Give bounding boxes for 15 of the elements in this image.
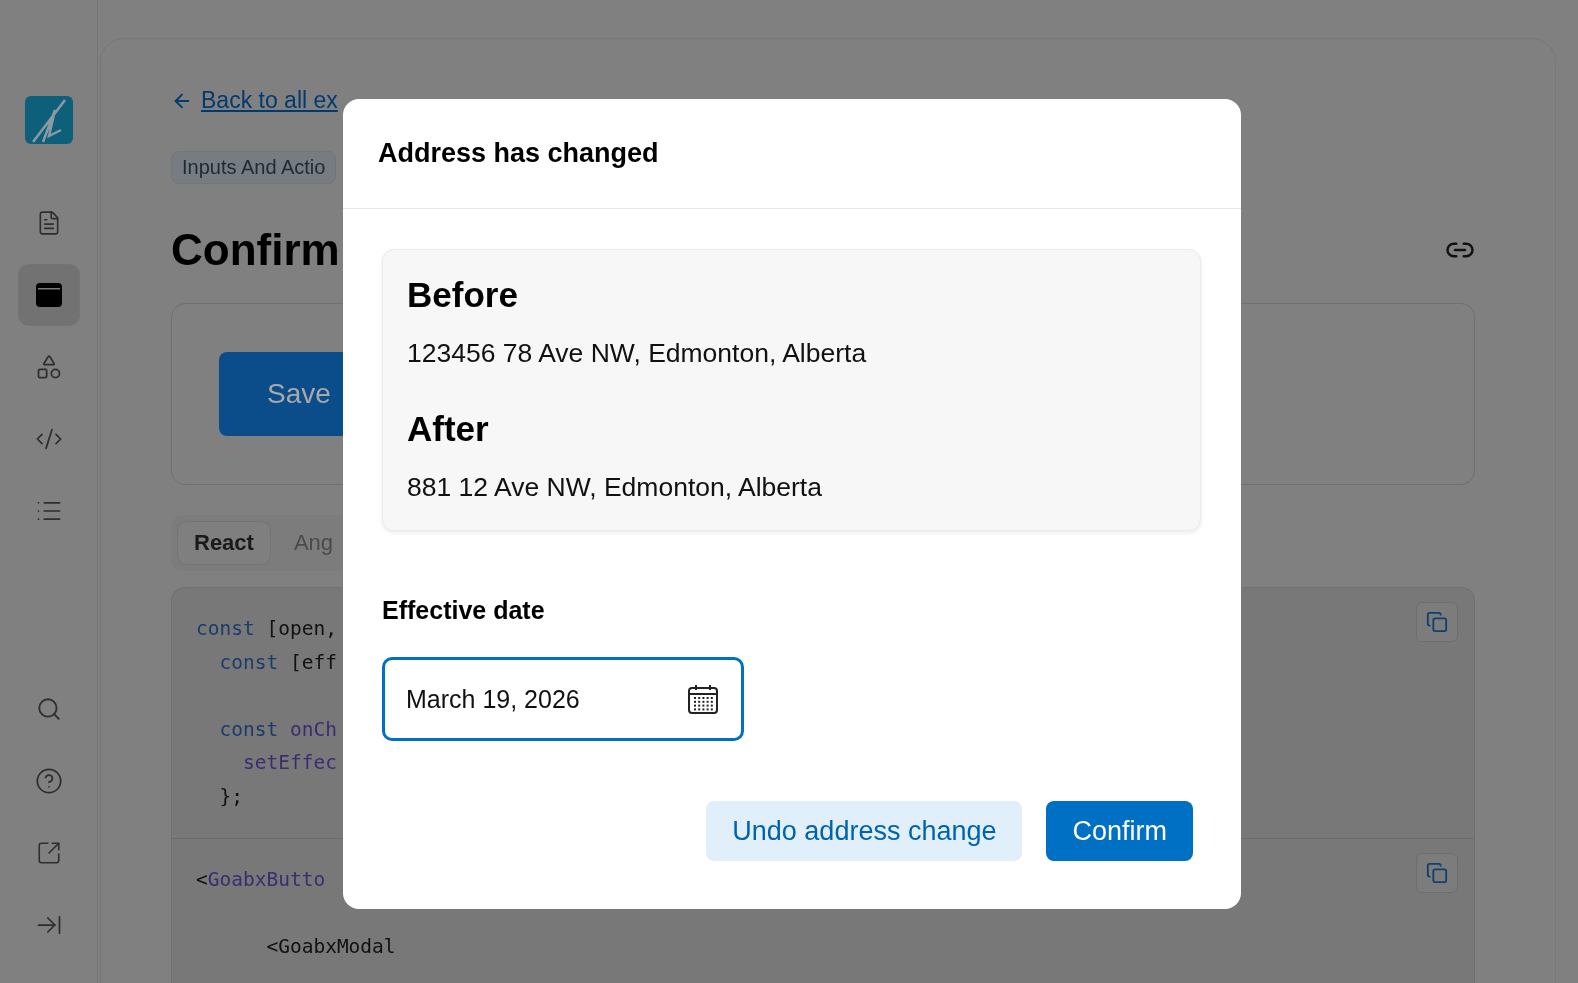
address-text: 123456 78 Ave NW, Edmonton, Alberta (407, 338, 868, 368)
address-text: 881 12 Ave NW, Edmonton, Alberta (407, 472, 823, 502)
code-line: <GoabxModal (265, 933, 396, 960)
code-line: setEffec (241, 750, 337, 777)
summary-heading: After (407, 408, 490, 450)
code-line: <GoabxButto (196, 866, 326, 893)
code-line: const onCh (218, 716, 337, 743)
summary-heading: Before (407, 274, 519, 316)
page-title: Confirm (171, 225, 340, 275)
code-line: const [eff (218, 649, 337, 676)
field-label: Effective date (382, 595, 546, 625)
code-line: const [open, (196, 616, 337, 642)
category-tag: Inputs And Actio (171, 151, 337, 184)
code-line: }; (218, 783, 243, 810)
modal-title: Address has changed (378, 138, 659, 169)
